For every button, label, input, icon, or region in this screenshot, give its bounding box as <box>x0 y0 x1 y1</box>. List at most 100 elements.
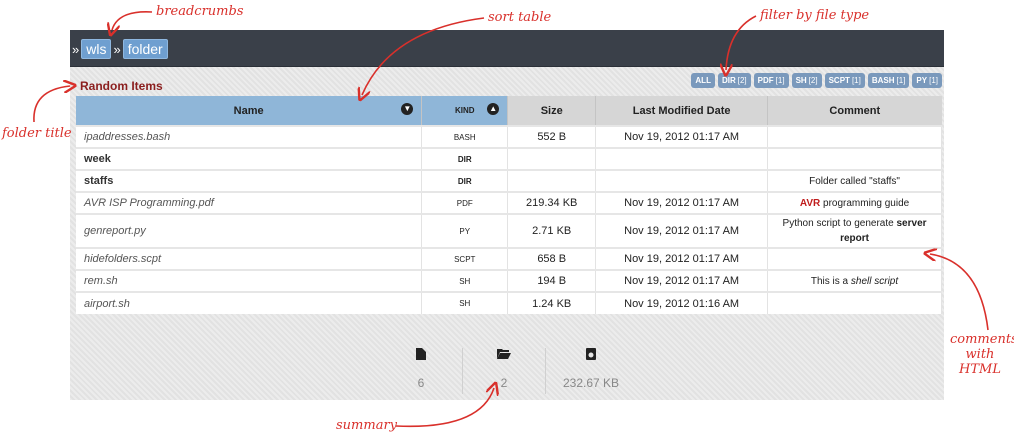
annotation-sort-table: sort table <box>488 10 552 25</box>
filter-count: [2] <box>808 76 818 85</box>
arrow-folder-title <box>33 86 70 123</box>
file-size <box>507 169 597 192</box>
filter-label: DIR <box>721 76 736 85</box>
file-comment: AVR programming guide <box>767 191 942 214</box>
filter-bash-button[interactable]: BASH [1] <box>867 73 910 88</box>
file-modified <box>595 147 769 170</box>
file-modified: Nov 19, 2012 01:17 AM <box>595 125 769 148</box>
column-header-name[interactable]: Name ▼ <box>76 96 423 126</box>
column-header-label: Size <box>540 104 563 117</box>
table-header-row: Name ▼ KIND ▲ Size Last Modified Date Comm… <box>76 96 942 126</box>
file-modified: Nov 19, 2012 01:17 AM <box>595 191 769 214</box>
column-header-label: Comment <box>829 104 881 117</box>
summary: 6 2 232.67 KB <box>380 348 636 394</box>
file-name[interactable]: genreport.py <box>76 213 423 248</box>
file-kind: PY <box>421 213 509 248</box>
filter-count: [1] <box>851 76 861 85</box>
filter-count: [1] <box>929 76 938 85</box>
file-size: 552 B <box>507 125 597 148</box>
filter-label: SCPT <box>828 76 850 85</box>
sort-up-icon[interactable]: ▲ <box>487 103 500 115</box>
file-name[interactable]: hidefolders.scpt <box>76 247 423 270</box>
summary-folders: 2 <box>463 348 546 394</box>
filter-dir-button[interactable]: DIR [2] <box>717 73 751 88</box>
summary-total-size: 232.67 KB <box>562 376 620 390</box>
filter-scpt-button[interactable]: SCPT [1] <box>824 73 865 88</box>
filter-sh-button[interactable]: SH [2] <box>791 73 822 88</box>
file-modified: Nov 19, 2012 01:17 AM <box>595 247 769 270</box>
file-comment: Python script to generate server report <box>767 213 942 248</box>
summary-files: 6 <box>380 348 463 394</box>
breadcrumb: » wls » folder <box>70 39 168 59</box>
column-header-modified[interactable]: Last Modified Date <box>595 96 769 126</box>
comment-italic: shell script <box>850 275 899 287</box>
annotation-breadcrumbs: breadcrumbs <box>156 4 244 19</box>
column-header-comment[interactable]: Comment <box>767 96 942 126</box>
annotation-filter: filter by file type <box>760 8 870 23</box>
column-header-kind[interactable]: KIND ▲ <box>421 96 509 126</box>
table-row[interactable]: AVR ISP Programming.pdf PDF 219.34 KB No… <box>76 191 942 214</box>
summary-folders-count: 2 <box>500 376 508 390</box>
annotation-comments-line: HTML <box>959 362 1001 377</box>
filter-label: PY <box>916 76 928 85</box>
file-name[interactable]: rem.sh <box>76 269 423 292</box>
file-kind: DIR <box>421 147 509 170</box>
filter-count: [1] <box>896 76 906 85</box>
table-row[interactable]: genreport.py PY 2.71 KB Nov 19, 2012 01:… <box>76 213 942 248</box>
file-name[interactable]: staffs <box>76 169 423 192</box>
file-kind: SH <box>421 291 509 314</box>
summary-files-count: 6 <box>417 376 425 390</box>
file-comment <box>767 247 942 270</box>
summary-size: 232.67 KB <box>546 348 636 394</box>
column-header-label: Name <box>233 104 264 117</box>
filter-all-button[interactable]: ALL <box>691 73 715 88</box>
file-modified <box>595 169 769 192</box>
file-kind: DIR <box>421 169 509 192</box>
table-row[interactable]: week DIR <box>76 147 942 170</box>
annotation-comments-line: comments <box>950 332 1014 347</box>
folder-title: Random Items <box>80 79 163 93</box>
file-listing-panel: » wls » folder Random Items ALL DIR [2] P… <box>70 30 944 400</box>
table-row[interactable]: rem.sh SH 194 B Nov 19, 2012 01:17 AM Th… <box>76 269 942 292</box>
file-name[interactable]: week <box>76 147 423 170</box>
file-comment: This is a shell script <box>767 269 942 292</box>
filter-count: [1] <box>775 76 785 85</box>
table-row[interactable]: airport.sh SH 1.24 KB Nov 19, 2012 01:16… <box>76 291 942 314</box>
file-name[interactable]: ipaddresses.bash <box>76 125 423 148</box>
annotation-comments-line: with <box>965 347 995 362</box>
filter-label: BASH <box>871 76 895 85</box>
file-size: 194 B <box>507 269 597 292</box>
breadcrumb-item-wls[interactable]: wls <box>81 39 112 59</box>
file-name[interactable]: AVR ISP Programming.pdf <box>76 191 423 214</box>
file-modified: Nov 19, 2012 01:17 AM <box>595 269 769 292</box>
comment-text: This is a <box>810 275 851 287</box>
filter-pdf-button[interactable]: PDF [1] <box>753 73 789 88</box>
breadcrumb-separator: » <box>72 41 80 57</box>
file-modified: Nov 19, 2012 01:17 AM <box>595 213 769 248</box>
file-comment <box>767 147 942 170</box>
sort-down-icon[interactable]: ▼ <box>401 103 414 115</box>
column-header-label: Last Modified Date <box>632 104 731 117</box>
table-row[interactable]: ipaddresses.bash BASH 552 B Nov 19, 2012… <box>76 125 942 148</box>
comment-text: programming guide <box>820 197 910 209</box>
breadcrumb-separator: » <box>113 41 121 57</box>
annotation-folder-title: folder title <box>2 126 72 141</box>
annotation-summary: summary <box>336 418 398 433</box>
file-size: 219.34 KB <box>507 191 597 214</box>
folder-open-icon <box>463 348 545 364</box>
arrow-breadcrumbs <box>112 11 153 30</box>
filter-py-button[interactable]: PY [1] <box>912 73 942 88</box>
file-kind: PDF <box>421 191 509 214</box>
file-kind: BASH <box>421 125 509 148</box>
table-row[interactable]: staffs DIR Folder called "staffs" <box>76 169 942 192</box>
breadcrumb-item-folder[interactable]: folder <box>122 39 168 59</box>
table-row[interactable]: hidefolders.scpt SCPT 658 B Nov 19, 2012… <box>76 247 942 270</box>
annotation-comments: comments with HTML <box>950 332 1014 377</box>
file-comment <box>767 125 942 148</box>
filter-count: [2] <box>737 76 747 85</box>
file-type-filters: ALL DIR [2] PDF [1] SH [2] SCPT [1] BASH [1] … <box>691 73 942 88</box>
file-name[interactable]: airport.sh <box>76 291 423 314</box>
file-size: 658 B <box>507 247 597 270</box>
column-header-size[interactable]: Size <box>507 96 597 126</box>
top-bar: » wls » folder <box>70 30 944 67</box>
